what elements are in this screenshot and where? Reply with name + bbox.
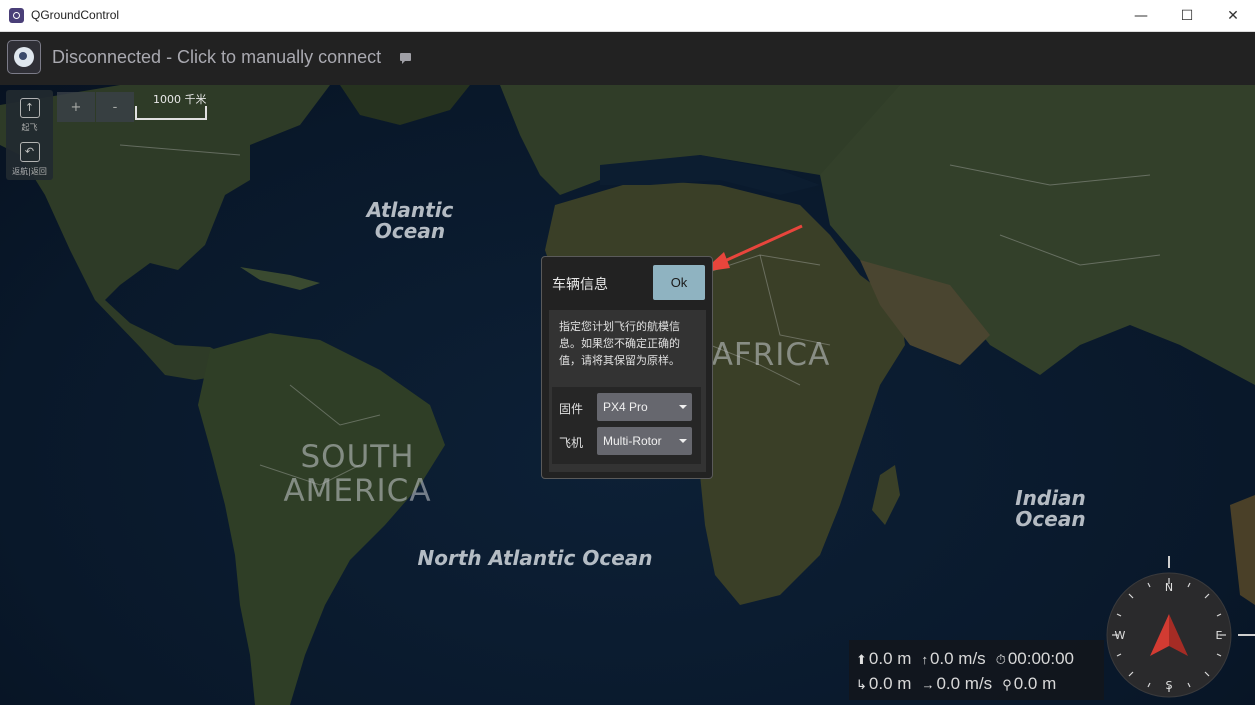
- vertical-speed-value: 0.0 m/s: [929, 649, 986, 668]
- dialog-body: 指定您计划飞行的航模信息。如果您不确定正确的值，请将其保留为原样。 固件 PX4…: [549, 310, 706, 472]
- vehicle-settings-panel: 固件 PX4 Pro 飞机 Multi-Rotor: [552, 387, 701, 464]
- compass-e: E: [1216, 629, 1223, 642]
- return-icon: ↶: [19, 142, 40, 162]
- close-button[interactable]: ✕: [1210, 0, 1255, 31]
- chevron-down-icon: [679, 405, 687, 409]
- compass-n: N: [1165, 581, 1173, 594]
- dialog-description: 指定您计划飞行的航模信息。如果您不确定正确的值，请将其保留为原样。: [559, 320, 680, 367]
- maximize-button[interactable]: ☐: [1164, 0, 1210, 31]
- altitude-icon: ⬆: [856, 652, 867, 667]
- map-label-indian: Indian Ocean: [1015, 486, 1086, 531]
- telemetry-row-1: ⬆ 0.0 m ↑ 0.0 m/s ⏱ 00:00:00: [856, 649, 1084, 669]
- ok-button[interactable]: Ok: [653, 265, 705, 300]
- flight-time-value: 00:00:00: [1007, 649, 1075, 668]
- timer-icon: ⏱: [995, 652, 1006, 667]
- distance-value: 0.0 m: [868, 674, 912, 693]
- zoom-in-button[interactable]: +: [57, 92, 95, 122]
- vehicle-value: Multi-Rotor: [603, 434, 662, 448]
- takeoff-label: 起飞: [21, 123, 38, 132]
- return-label: 返航|返回: [12, 167, 47, 176]
- vehicle-info-dialog: 车辆信息 Ok 指定您计划飞行的航模信息。如果您不确定正确的值，请将其保留为原样…: [541, 256, 713, 479]
- takeoff-tool[interactable]: ↑ 起飞: [6, 94, 53, 133]
- minimize-button[interactable]: —: [1118, 0, 1164, 31]
- telemetry-panel: ⬆ 0.0 m ↑ 0.0 m/s ⏱ 00:00:00 ↳ 0.0 m → 0.0 m/s ⚲ 0…: [849, 640, 1104, 700]
- vertical-speed-icon: ↑: [921, 652, 928, 667]
- telemetry-row-2: ↳ 0.0 m → 0.0 m/s ⚲ 0.0 m: [856, 674, 1066, 694]
- map-label-north-atlantic: North Atlantic Ocean: [417, 546, 653, 570]
- takeoff-icon: ↑: [19, 98, 40, 118]
- return-tool[interactable]: ↶ 返航|返回: [6, 138, 53, 177]
- home-distance-icon: ⚲: [1002, 677, 1012, 692]
- chevron-down-icon: [679, 439, 687, 443]
- firmware-label: 固件: [559, 402, 584, 416]
- map-label-south-america: SOUTH AMERICA: [283, 439, 432, 510]
- main-toolbar: Disconnected - Click to manually connect: [0, 32, 1255, 85]
- left-toolstrip: ↑ 起飞 ↶ 返航|返回: [6, 90, 53, 180]
- map-label-africa: AFRICA: [711, 337, 831, 373]
- horizontal-speed-icon: →: [921, 677, 935, 692]
- compass-s: S: [1166, 679, 1173, 692]
- vehicle-label: 飞机: [559, 436, 584, 450]
- dialog-title: 车辆信息: [552, 277, 608, 293]
- altitude-value: 0.0 m: [868, 649, 912, 668]
- window-titlebar: QGroundControl — ☐ ✕: [0, 0, 1255, 32]
- map-scale-bar: [135, 106, 207, 120]
- compass-w: W: [1115, 629, 1126, 642]
- horizontal-speed-value: 0.0 m/s: [936, 674, 993, 693]
- zoom-out-button[interactable]: -: [96, 92, 134, 122]
- firmware-value: PX4 Pro: [603, 400, 648, 414]
- distance-icon: ↳: [856, 677, 867, 692]
- vehicle-select[interactable]: Multi-Rotor: [597, 427, 692, 455]
- app-icon: [9, 8, 24, 23]
- map-label-atlantic: Atlantic Ocean: [366, 198, 454, 243]
- qgc-logo-icon[interactable]: [7, 40, 41, 74]
- compass-widget: N E S W: [1106, 556, 1255, 698]
- message-icon[interactable]: [400, 53, 411, 64]
- connection-status[interactable]: Disconnected - Click to manually connect: [52, 47, 381, 68]
- home-distance-value: 0.0 m: [1013, 674, 1057, 693]
- map-scale-text: 1000 千米: [153, 93, 207, 106]
- window-title: QGroundControl: [31, 8, 120, 22]
- firmware-select[interactable]: PX4 Pro: [597, 393, 692, 421]
